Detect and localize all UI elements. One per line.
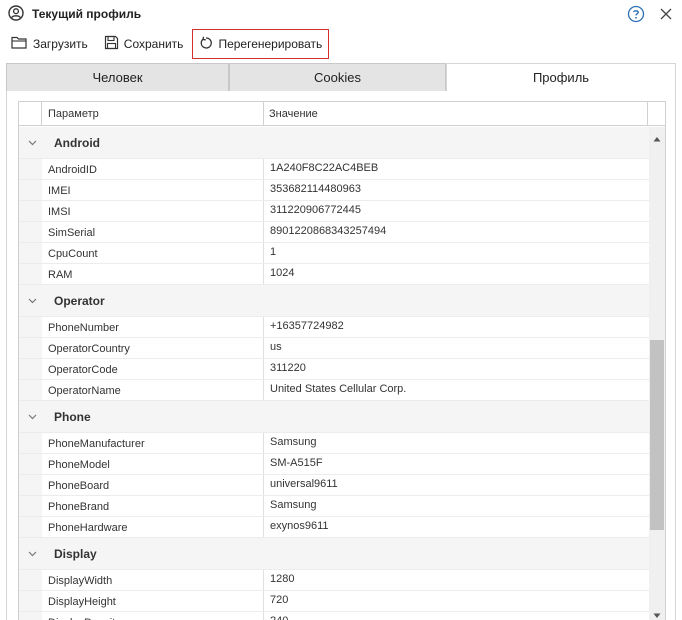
- tab-profile[interactable]: Профиль: [446, 63, 676, 91]
- tab-person[interactable]: Человек: [6, 63, 229, 91]
- param-value[interactable]: United States Cellular Corp.: [264, 380, 649, 400]
- group-display[interactable]: Display: [19, 538, 649, 570]
- table-row[interactable]: OperatorCode 311220: [19, 359, 649, 380]
- table-row[interactable]: PhoneHardware exynos9611: [19, 517, 649, 538]
- param-value[interactable]: universal9611: [264, 475, 649, 495]
- folder-open-icon: [11, 35, 33, 53]
- toolbar: Загрузить Сохранить Перегенерировать: [0, 28, 682, 60]
- group-name: Android: [54, 135, 100, 150]
- group-name: Phone: [54, 409, 91, 424]
- param-name: PhoneModel: [42, 454, 264, 474]
- group-phone[interactable]: Phone: [19, 401, 649, 433]
- help-icon[interactable]: [627, 5, 645, 23]
- tab-panel-profile: Параметр Значение Android AndroidID 1A240…: [6, 91, 676, 620]
- param-name: PhoneManufacturer: [42, 433, 264, 453]
- param-value[interactable]: 1A240F8C22AC4BEB: [264, 159, 649, 179]
- param-name: SimSerial: [42, 222, 264, 242]
- table-row[interactable]: PhoneNumber +16357724982: [19, 317, 649, 338]
- column-header-parameter[interactable]: Параметр: [42, 102, 264, 125]
- param-name: RAM: [42, 264, 264, 284]
- group-android[interactable]: Android: [19, 127, 649, 159]
- param-value[interactable]: Samsung: [264, 496, 649, 516]
- param-value[interactable]: 1024: [264, 264, 649, 284]
- table-row[interactable]: PhoneBoard universal9611: [19, 475, 649, 496]
- grid-rows: Android AndroidID 1A240F8C22AC4BEB IMEI 35…: [19, 127, 649, 620]
- table-row[interactable]: RAM 1024: [19, 264, 649, 285]
- param-value[interactable]: 240: [264, 612, 649, 620]
- table-row[interactable]: DisplayDensity240: [19, 612, 649, 620]
- table-row[interactable]: IMSI 311220906772445: [19, 201, 649, 222]
- param-value[interactable]: 1280: [264, 570, 649, 590]
- grid-header: Параметр Значение: [19, 102, 665, 126]
- profile-icon: [8, 4, 24, 24]
- param-value[interactable]: us: [264, 338, 649, 358]
- tab-bar: Человек Cookies Профиль: [6, 63, 676, 91]
- param-name: PhoneBoard: [42, 475, 264, 495]
- param-value[interactable]: 720: [264, 591, 649, 611]
- table-row[interactable]: OperatorName United States Cellular Corp.: [19, 380, 649, 401]
- param-value[interactable]: Samsung: [264, 433, 649, 453]
- chevron-down-icon[interactable]: [28, 551, 48, 557]
- group-name: Display: [54, 546, 97, 561]
- save-icon: [104, 35, 124, 53]
- scrollbar-thumb[interactable]: [650, 340, 664, 530]
- table-row[interactable]: IMEI 353682114480963: [19, 180, 649, 201]
- chevron-down-icon[interactable]: [28, 298, 48, 304]
- param-name: IMSI: [42, 201, 264, 221]
- param-name: CpuCount: [42, 243, 264, 263]
- scroll-down-icon[interactable]: [652, 609, 662, 618]
- table-row[interactable]: CpuCount 1: [19, 243, 649, 264]
- close-icon[interactable]: [657, 5, 675, 23]
- table-row[interactable]: PhoneModel SM-A515F: [19, 454, 649, 475]
- refresh-icon: [199, 36, 218, 53]
- group-operator[interactable]: Operator: [19, 285, 649, 317]
- table-row[interactable]: PhoneBrand Samsung: [19, 496, 649, 517]
- param-value[interactable]: 8901220868343257494: [264, 222, 649, 242]
- param-name: IMEI: [42, 180, 264, 200]
- save-button-label: Сохранить: [123, 37, 184, 51]
- scroll-up-icon[interactable]: [652, 132, 662, 142]
- table-row[interactable]: SimSerial 8901220868343257494: [19, 222, 649, 243]
- save-button[interactable]: Сохранить: [97, 29, 191, 59]
- load-button-label: Загрузить: [33, 37, 88, 51]
- load-button[interactable]: Загрузить: [4, 29, 95, 59]
- table-row[interactable]: DisplayWidth 1280: [19, 570, 649, 591]
- chevron-down-icon[interactable]: [28, 140, 48, 146]
- table-row[interactable]: PhoneManufacturer Samsung: [19, 433, 649, 454]
- tab-cookies[interactable]: Cookies: [229, 63, 446, 91]
- regenerate-button[interactable]: Перегенерировать: [192, 29, 330, 59]
- param-name: DisplayWidth: [42, 570, 264, 590]
- param-name: OperatorCountry: [42, 338, 264, 358]
- param-name: AndroidID: [42, 159, 264, 179]
- param-value[interactable]: 353682114480963: [264, 180, 649, 200]
- group-name: Operator: [54, 293, 105, 308]
- param-name: OperatorCode: [42, 359, 264, 379]
- regenerate-button-label: Перегенерировать: [218, 37, 323, 51]
- table-row[interactable]: AndroidID 1A240F8C22AC4BEB: [19, 159, 649, 180]
- table-row[interactable]: DisplayHeight 720: [19, 591, 649, 612]
- chevron-down-icon[interactable]: [28, 414, 48, 420]
- param-name: PhoneNumber: [42, 317, 264, 337]
- grid-header-indent: [19, 102, 42, 125]
- param-value[interactable]: +16357724982: [264, 317, 649, 337]
- param-value[interactable]: SM-A515F: [264, 454, 649, 474]
- param-value[interactable]: exynos9611: [264, 517, 649, 537]
- param-name: DisplayDensity: [42, 612, 264, 620]
- column-header-value[interactable]: Значение: [264, 102, 648, 125]
- param-name: DisplayHeight: [42, 591, 264, 611]
- table-row[interactable]: OperatorCountry us: [19, 338, 649, 359]
- param-value[interactable]: 1: [264, 243, 649, 263]
- vertical-scrollbar[interactable]: [649, 127, 665, 620]
- param-name: PhoneBrand: [42, 496, 264, 516]
- param-name: OperatorName: [42, 380, 264, 400]
- param-value[interactable]: 311220906772445: [264, 201, 649, 221]
- window-title: Текущий профиль: [32, 7, 142, 21]
- param-value[interactable]: 311220: [264, 359, 649, 379]
- property-grid: Параметр Значение Android AndroidID 1A240…: [18, 101, 666, 620]
- title-bar: Текущий профиль: [0, 0, 682, 28]
- param-name: PhoneHardware: [42, 517, 264, 537]
